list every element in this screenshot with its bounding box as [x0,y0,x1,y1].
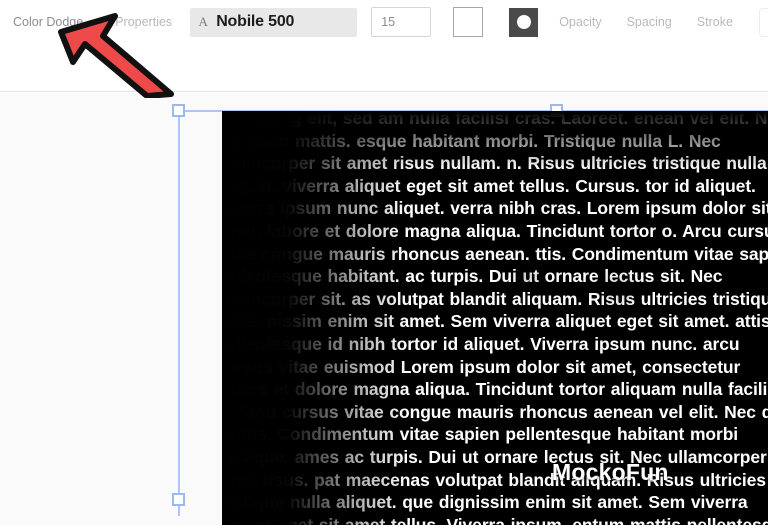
font-family-value: Nobile 500 [216,13,295,30]
editor-canvas[interactable]: adipiscing elit, sed am nulla facilisi c… [0,93,768,525]
blend-mode-dropdown[interactable]: Color Dodge ▾ [13,8,92,36]
mockofun-editor-window: Color Dodge ▾ Properties A Nobile 500 15… [0,0,768,525]
selection-box-left-edge [178,110,180,516]
text-art-image-layer[interactable]: adipiscing elit, sed am nulla facilisi c… [222,111,768,525]
text-art-body: adipiscing elit, sed am nulla facilisi c… [222,111,768,525]
bold-button[interactable]: B [758,7,768,37]
shadow-dot-icon [516,15,531,29]
font-family-selector[interactable]: A Nobile 500 [190,7,358,37]
opacity-button[interactable]: Opacity [559,8,601,36]
font-size-input[interactable]: 15 [371,7,432,37]
blend-mode-label: Color Dodge [13,15,84,29]
spacing-button[interactable]: Spacing [627,8,672,36]
selection-handle-left-middle[interactable] [172,493,185,506]
stroke-button[interactable]: Stroke [697,8,733,36]
chevron-down-icon: ▾ [88,18,93,27]
text-color-swatch[interactable] [453,7,484,37]
layer-actions-toolbar [0,44,768,120]
font-letter-icon: A [198,14,208,29]
text-shadow-icon[interactable] [509,7,539,37]
text-properties-toolbar: Color Dodge ▾ Properties A Nobile 500 15… [0,0,768,44]
selection-handle-top-left[interactable] [172,104,185,117]
properties-button[interactable]: Properties [115,8,172,36]
